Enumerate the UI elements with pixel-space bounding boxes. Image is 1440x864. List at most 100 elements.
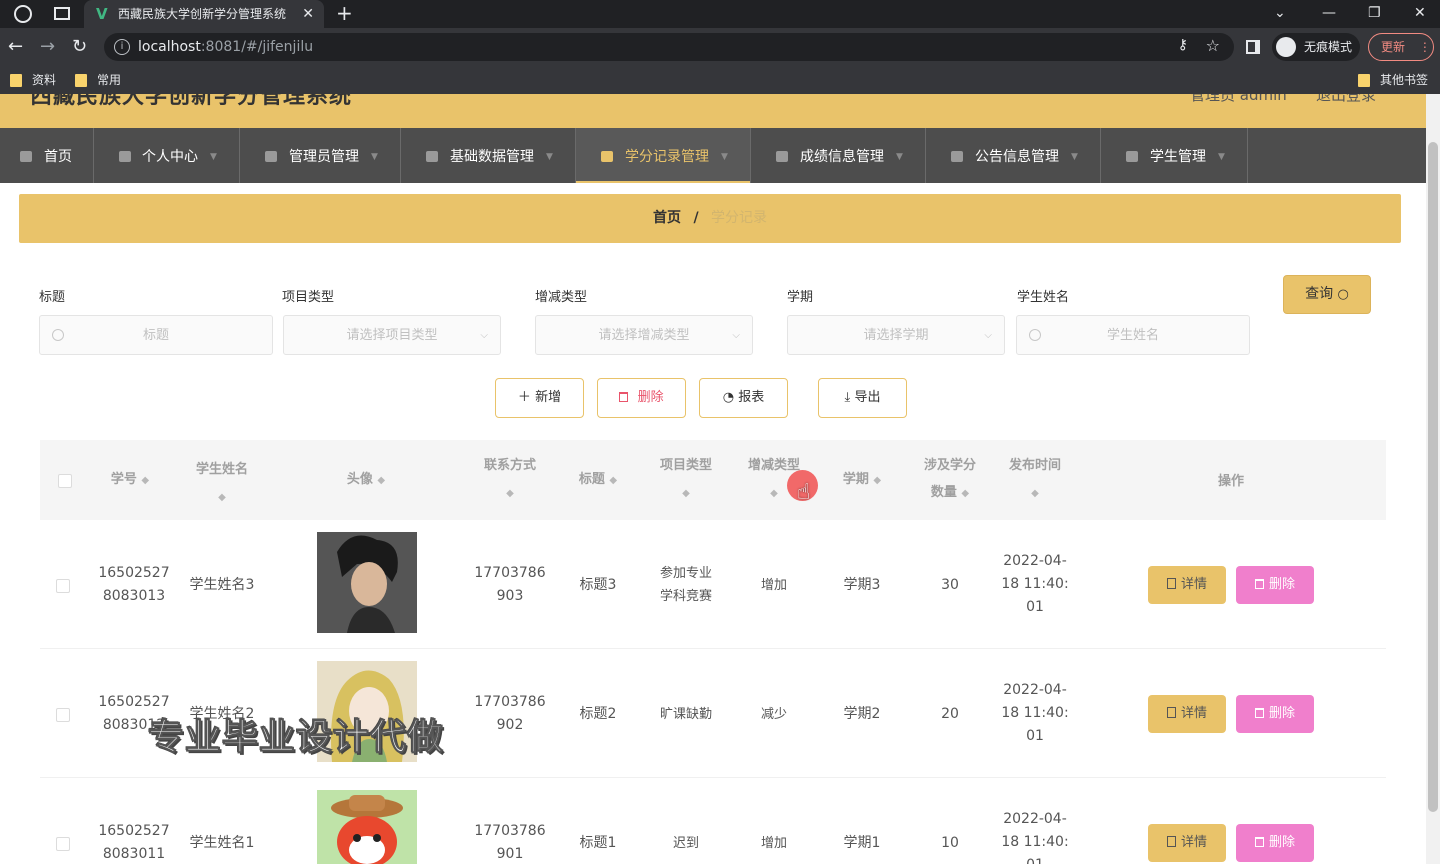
- incognito-badge[interactable]: 无痕模式: [1272, 33, 1360, 61]
- th-student-no[interactable]: 学号 ◆: [80, 440, 180, 520]
- detail-button[interactable]: 详情: [1148, 824, 1226, 862]
- minimize-icon[interactable]: —: [1322, 0, 1336, 26]
- change-type-select[interactable]: 请选择增减类型 ⌵: [535, 315, 753, 355]
- cell-credits: 30: [941, 577, 959, 593]
- chevron-down-icon: ⌵: [984, 330, 992, 341]
- th-student-name[interactable]: 学生姓名 ◆: [180, 440, 264, 520]
- key-icon[interactable]: ⚷: [1178, 37, 1188, 53]
- detail-button[interactable]: 详情: [1148, 695, 1226, 733]
- browser-tab[interactable]: V 西藏民族大学创新学分管理系统 ✕: [84, 0, 324, 28]
- menu-label: 学分记录管理: [625, 149, 709, 165]
- page-scrollbar[interactable]: [1426, 94, 1440, 864]
- delete-button[interactable]: 删除: [1236, 566, 1314, 604]
- cell-student-name: 学生姓名1: [189, 835, 255, 851]
- change-type-label: 增减类型: [535, 290, 588, 305]
- sort-icon[interactable]: ◆: [141, 475, 149, 486]
- th-avatar[interactable]: 头像 ◆: [266, 440, 466, 520]
- tab-list-chevron-icon[interactable]: ⌄: [1274, 0, 1286, 26]
- row-checkbox[interactable]: [56, 708, 70, 722]
- bookmark-folder[interactable]: 常用: [75, 66, 121, 94]
- th-phone[interactable]: 联系方式 ◆: [466, 440, 554, 520]
- th-project-type[interactable]: 项目类型 ◆: [642, 440, 730, 520]
- export-button[interactable]: ⤓ 导出: [818, 378, 907, 418]
- semester-select[interactable]: 请选择学期 ⌵: [787, 315, 1005, 355]
- th-credits[interactable]: 涉及学分 数量 ◆: [906, 440, 994, 520]
- shield-icon: [601, 151, 613, 162]
- cell-credits: 20: [941, 706, 959, 722]
- th-label: 标题: [578, 472, 605, 487]
- search-icon: ○: [1337, 287, 1349, 302]
- row-checkbox[interactable]: [56, 837, 70, 851]
- th-label: 增减类型: [747, 458, 800, 473]
- select-placeholder: 请选择项目类型: [346, 328, 438, 343]
- batch-delete-button[interactable]: 删除: [597, 378, 686, 418]
- browser-menu-icon[interactable]: [14, 5, 32, 23]
- delete-button[interactable]: 删除: [1236, 824, 1314, 862]
- chevron-down-icon: ▼: [210, 152, 217, 162]
- select-all-checkbox[interactable]: [58, 474, 72, 488]
- row-checkbox[interactable]: [56, 579, 70, 593]
- select-placeholder: 请选择增减类型: [598, 328, 690, 343]
- th-time[interactable]: 发布时间 ◆: [994, 440, 1076, 520]
- report-button[interactable]: ◔ 报表: [699, 378, 788, 418]
- reload-icon[interactable]: ↻: [72, 36, 87, 58]
- tab-close-icon[interactable]: ✕: [302, 0, 314, 28]
- site-info-icon[interactable]: i: [114, 39, 130, 55]
- cell-title: 标题2: [579, 706, 617, 722]
- scrollbar-thumb[interactable]: [1428, 142, 1438, 812]
- other-bookmarks-label: 其他书签: [1380, 73, 1429, 87]
- forward-icon[interactable]: →: [40, 36, 55, 58]
- tab-title: 西藏民族大学创新学分管理系统: [118, 7, 287, 21]
- th-title[interactable]: 标题 ◆: [554, 440, 642, 520]
- sort-icon[interactable]: ◆: [506, 488, 514, 499]
- query-button[interactable]: 查询 ○: [1283, 275, 1371, 314]
- sort-icon[interactable]: ◆: [682, 488, 690, 499]
- sort-icon[interactable]: ◆: [377, 475, 385, 486]
- sort-icon[interactable]: ◆: [873, 475, 881, 486]
- other-bookmarks[interactable]: 其他书签: [1358, 66, 1428, 94]
- sort-icon[interactable]: ◆: [218, 492, 226, 503]
- project-type-label: 项目类型: [282, 290, 335, 305]
- table-header: 学号 ◆ 学生姓名 ◆ 头像 ◆ 联系方式 ◆ 标题 ◆ 项目类型 ◆ 增减类型 ◆ 学…: [40, 440, 1386, 520]
- delete-button[interactable]: 删除: [1236, 695, 1314, 733]
- add-button[interactable]: ＋ 新增: [495, 378, 584, 418]
- plus-icon: ＋: [517, 390, 531, 405]
- breadcrumb-home[interactable]: 首页: [653, 210, 681, 226]
- bookmark-star-icon[interactable]: ☆: [1206, 36, 1220, 55]
- student-name-search-input[interactable]: 学生姓名: [1016, 315, 1250, 355]
- menu-item-students[interactable]: 学生管理 ▼: [1101, 128, 1248, 183]
- title-search-input[interactable]: 标题: [39, 315, 273, 355]
- menu-item-home[interactable]: 首页: [0, 128, 94, 183]
- menu-item-notices[interactable]: 公告信息管理 ▼: [926, 128, 1101, 183]
- sort-icon[interactable]: ◆: [961, 488, 969, 499]
- back-icon[interactable]: ←: [8, 36, 23, 58]
- restore-icon[interactable]: ❐: [1368, 0, 1381, 26]
- breadcrumb-separator: /: [693, 210, 699, 226]
- th-semester[interactable]: 学期 ◆: [818, 440, 906, 520]
- menu-item-admin[interactable]: 管理员管理 ▼: [240, 128, 401, 183]
- more-menu-icon[interactable]: ⋮: [1419, 40, 1431, 54]
- th-label: 操作: [1217, 474, 1244, 489]
- sort-icon[interactable]: ◆: [1031, 488, 1039, 499]
- tab-search-icon[interactable]: [54, 7, 70, 20]
- menu-item-grades[interactable]: 成绩信息管理 ▼: [751, 128, 926, 183]
- close-window-icon[interactable]: ✕: [1414, 0, 1426, 26]
- logout-link[interactable]: 退出登录: [1316, 94, 1376, 105]
- detail-button[interactable]: 详情: [1148, 566, 1226, 604]
- new-tab-button[interactable]: +: [336, 0, 353, 26]
- project-type-select[interactable]: 请选择项目类型 ⌵: [283, 315, 501, 355]
- bookmark-folder[interactable]: 资料: [10, 66, 56, 94]
- menu-item-credit-records[interactable]: 学分记录管理 ▼: [576, 128, 751, 183]
- menu-item-basic-data[interactable]: 基础数据管理 ▼: [401, 128, 576, 183]
- address-bar[interactable]: i localhost:8081/#/jifenjilu ⚷ ☆: [104, 33, 1234, 61]
- chevron-down-icon: ▼: [896, 152, 903, 162]
- menu-label: 首页: [44, 149, 72, 165]
- update-button[interactable]: 更新 ⋮: [1368, 33, 1434, 61]
- menu-item-profile[interactable]: 个人中心 ▼: [94, 128, 240, 183]
- sort-icon[interactable]: ◆: [609, 475, 617, 486]
- cell-semester: 学期1: [843, 835, 881, 851]
- input-placeholder: 学生姓名: [1106, 328, 1159, 343]
- th-label: 学期: [842, 472, 869, 487]
- side-panel-icon[interactable]: [1246, 40, 1260, 54]
- sort-icon[interactable]: ◆: [770, 488, 778, 499]
